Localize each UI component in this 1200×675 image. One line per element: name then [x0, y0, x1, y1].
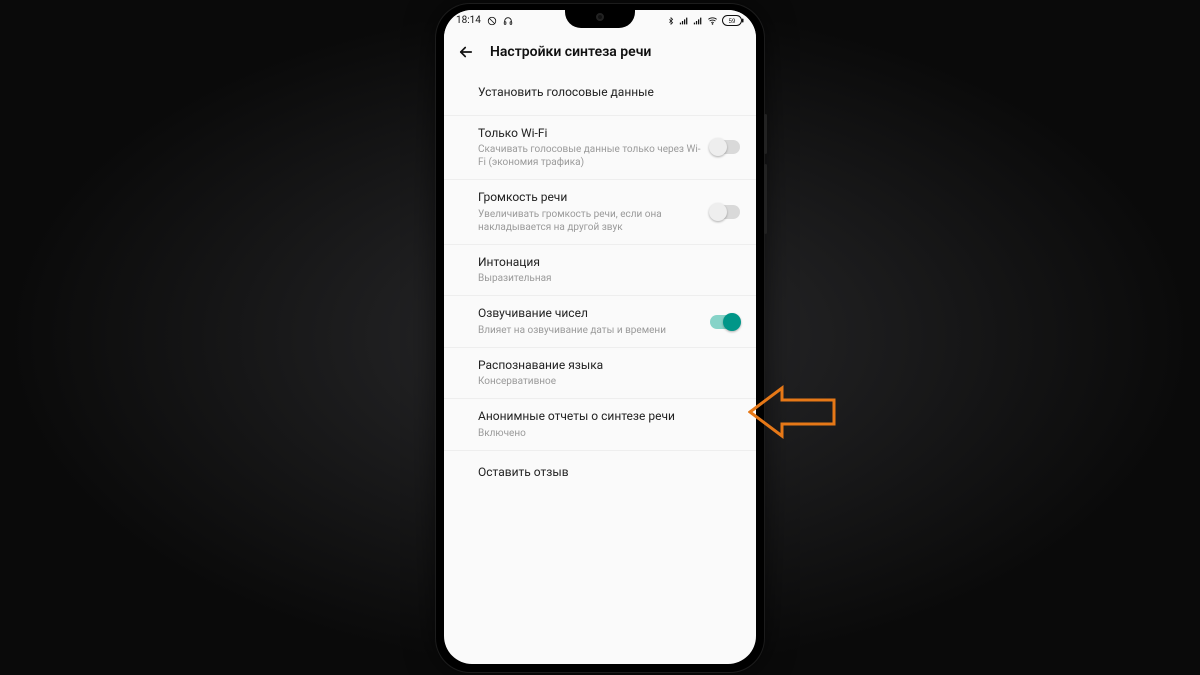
signal-icon — [679, 16, 689, 26]
dnd-icon — [487, 16, 497, 26]
row-wifi-only[interactable]: Только Wi-Fi Скачивать голосовые данные … — [444, 116, 756, 181]
wifi-icon — [707, 16, 718, 26]
row-title: Распознавание языка — [478, 358, 740, 374]
speech-volume-toggle[interactable] — [710, 205, 740, 219]
back-button[interactable] — [456, 42, 476, 62]
row-install-voice-data[interactable]: Установить голосовые данные — [444, 72, 756, 116]
battery-icon: 59 — [722, 15, 744, 26]
row-speech-volume[interactable]: Громкость речи Увеличивать громкость реч… — [444, 180, 756, 245]
signal-icon — [693, 16, 703, 26]
screen: 18:14 — [444, 10, 756, 664]
row-title: Интонация — [478, 255, 740, 271]
headphones-icon — [503, 16, 513, 26]
svg-text:59: 59 — [729, 19, 736, 25]
row-subtitle: Выразительная — [478, 272, 740, 285]
row-anonymous-reports[interactable]: Анонимные отчеты о синтезе речи Включено — [444, 399, 756, 451]
number-pronunciation-toggle[interactable] — [710, 315, 740, 329]
row-subtitle: Увеличивать громкость речи, если она нак… — [478, 208, 702, 234]
arrow-left-icon — [457, 43, 475, 61]
page-title: Настройки синтеза речи — [490, 44, 651, 60]
row-title: Громкость речи — [478, 190, 702, 206]
wifi-only-toggle[interactable] — [710, 140, 740, 154]
row-subtitle: Влияет на озвучивание даты и времени — [478, 324, 702, 337]
row-title: Установить голосовые данные — [478, 85, 740, 101]
phone-frame: 18:14 — [436, 4, 764, 672]
row-subtitle: Скачивать голосовые данные только через … — [478, 143, 702, 169]
row-title: Оставить отзыв — [478, 465, 740, 481]
row-subtitle: Включено — [478, 427, 740, 440]
phone-side-button — [764, 164, 767, 234]
display-notch — [565, 10, 635, 28]
row-title: Анонимные отчеты о синтезе речи — [478, 409, 740, 425]
row-title: Озвучивание чисел — [478, 306, 702, 322]
row-title: Только Wi-Fi — [478, 126, 702, 142]
settings-list: Установить голосовые данные Только Wi-Fi… — [444, 72, 756, 496]
phone-side-button — [764, 114, 767, 154]
row-language-detection[interactable]: Распознавание языка Консервативное — [444, 348, 756, 400]
row-number-pronunciation[interactable]: Озвучивание чисел Влияет на озвучивание … — [444, 296, 756, 348]
bluetooth-icon — [667, 16, 675, 26]
app-bar: Настройки синтеза речи — [444, 32, 756, 72]
status-time: 18:14 — [456, 15, 481, 26]
row-intonation[interactable]: Интонация Выразительная — [444, 245, 756, 297]
row-subtitle: Консервативное — [478, 375, 740, 388]
row-leave-feedback[interactable]: Оставить отзыв — [444, 451, 756, 495]
